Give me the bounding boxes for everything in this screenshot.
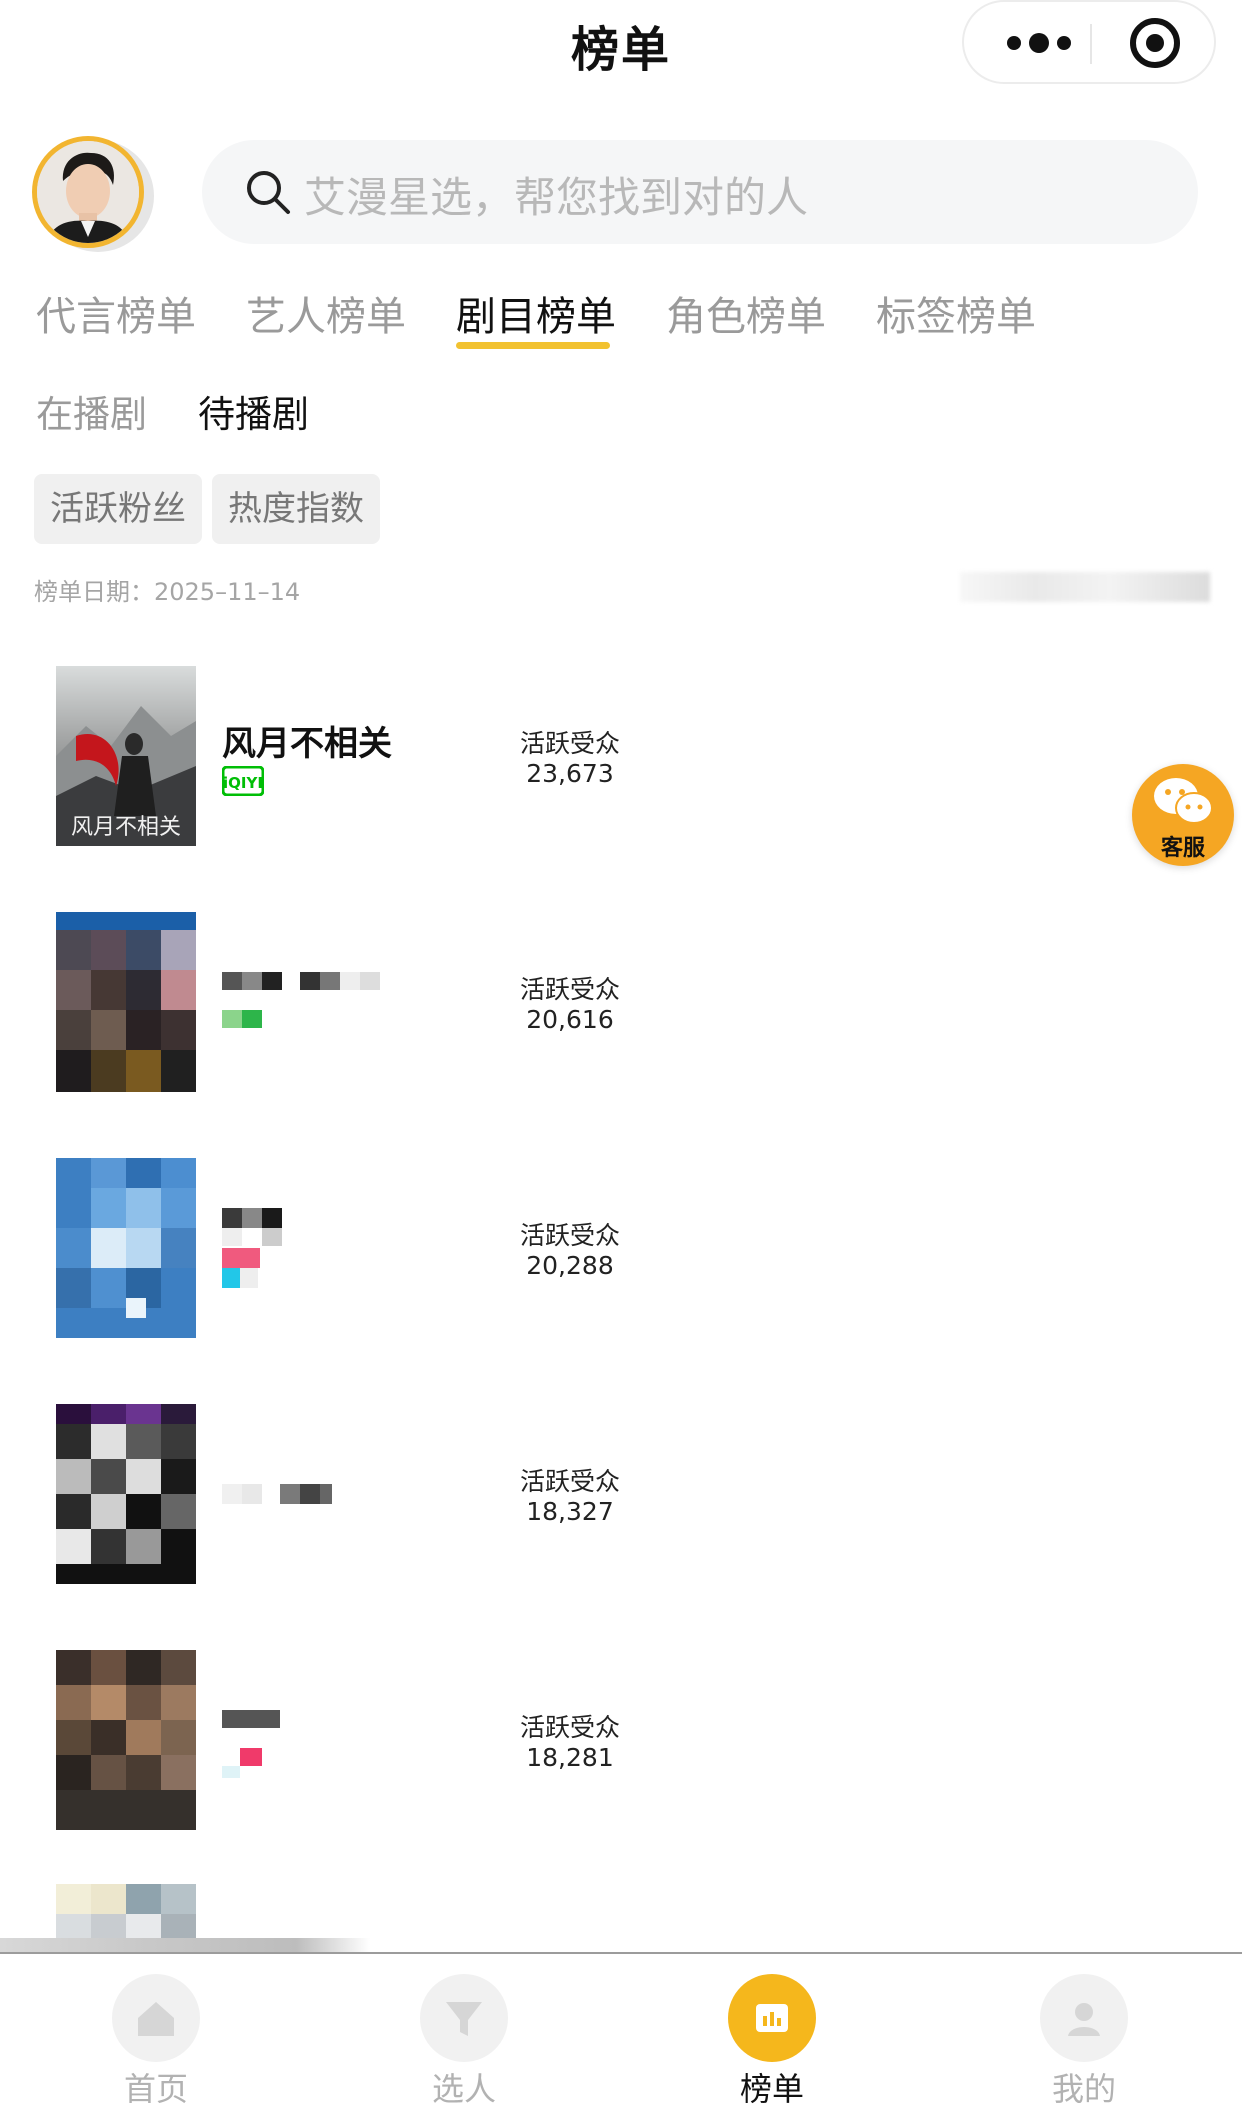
subtab-upcoming[interactable]: 待播剧	[198, 384, 309, 438]
customer-service-button[interactable]: 客服	[1132, 764, 1234, 866]
tab-drama[interactable]: 剧目榜单	[456, 284, 616, 342]
metric-label: 活跃受众	[520, 975, 621, 1004]
customer-service-label: 客服	[1160, 836, 1205, 861]
tabbar-ranking-label: 榜单	[739, 2070, 804, 2108]
tabbar-ranking[interactable]: 榜单	[702, 1954, 842, 2122]
list-item[interactable]: 活跃受众 20,288	[0, 1158, 1242, 1338]
tab-artist[interactable]: 艺人榜单	[246, 284, 406, 342]
metric-label: 活跃受众	[520, 1467, 621, 1496]
metric-value: 23,673	[526, 759, 614, 788]
metric-value: 18,327	[526, 1497, 614, 1526]
blurred-title-icon	[222, 1208, 282, 1302]
tab-role[interactable]: 角色榜单	[666, 284, 826, 342]
tabbar-home[interactable]: 首页	[86, 1954, 226, 2122]
top-bar: 榜单	[0, 0, 1242, 90]
list-item[interactable]: 活跃受众 20,616	[0, 912, 1242, 1092]
avatar[interactable]	[32, 136, 144, 248]
metric-value: 20,288	[526, 1251, 614, 1280]
list-item[interactable]: 风月不相关 风月不相关 iQIYI 活跃受众 23,673	[0, 666, 1242, 846]
filter-icon	[420, 1974, 508, 2062]
user-icon	[1040, 1974, 1128, 2062]
blurred-title-icon	[222, 1484, 332, 1510]
metric-label: 活跃受众	[520, 1713, 621, 1742]
search-icon	[247, 171, 290, 214]
more-icon[interactable]	[1004, 28, 1074, 58]
drama-poster-blurred	[56, 1158, 196, 1338]
list-item[interactable]: 活跃受众 18,281	[0, 1650, 1242, 1830]
chip-active-fans[interactable]: 活跃粉丝	[34, 474, 202, 544]
bottom-tab-bar: 首页 选人 榜单 我的	[0, 1952, 1242, 2122]
list-item[interactable]: 活跃受众 18,327	[0, 1404, 1242, 1584]
tab-tag[interactable]: 标签榜单	[876, 284, 1036, 342]
avatar-image	[37, 141, 139, 243]
metric-value: 18,281	[526, 1743, 614, 1772]
search-input[interactable]: 艾漫星选，帮您找到对的人	[202, 140, 1198, 244]
active-tab-indicator	[456, 342, 610, 349]
search-placeholder: 艾漫星选，帮您找到对的人	[304, 173, 809, 222]
tab-endorsement[interactable]: 代言榜单	[36, 284, 196, 342]
tabbar-mine[interactable]: 我的	[1014, 1954, 1154, 2122]
metric-value: 20,616	[526, 1005, 614, 1034]
drama-poster-blurred	[56, 912, 196, 1092]
drama-title: 风月不相关	[222, 724, 392, 764]
chart-icon	[728, 1974, 816, 2062]
chip-heat-index[interactable]: 热度指数	[212, 474, 380, 544]
drama-poster-blurred	[56, 1404, 196, 1584]
iqiyi-logo-icon: iQIYI	[221, 765, 265, 800]
drama-poster-blurred	[56, 1884, 196, 1944]
tabbar-select-label: 选人	[431, 2070, 496, 2108]
tabbar-mine-label: 我的	[1051, 2070, 1116, 2108]
drama-poster-blurred	[56, 1650, 196, 1830]
wechat-icon	[1154, 778, 1213, 824]
close-target-icon[interactable]	[1128, 16, 1182, 70]
metric-label: 活跃受众	[520, 729, 621, 758]
metric-label: 活跃受众	[520, 1221, 621, 1250]
tabbar-select[interactable]: 选人	[394, 1954, 534, 2122]
drama-poster: 风月不相关	[56, 666, 196, 846]
capsule-divider	[1090, 24, 1092, 64]
ranking-date: 榜单日期：2025–11–14	[34, 578, 301, 606]
home-icon	[112, 1974, 200, 2062]
blurred-title-icon	[222, 972, 382, 1056]
mini-program-capsule	[962, 0, 1216, 84]
tabbar-home-label: 首页	[123, 2070, 188, 2108]
svg-text:风月不相关: 风月不相关	[71, 815, 181, 840]
blurred-info	[960, 572, 1210, 602]
subtab-airing[interactable]: 在播剧	[36, 384, 147, 438]
svg-text:iQIYI: iQIYI	[223, 774, 263, 792]
blurred-title-icon	[222, 1700, 282, 1784]
list-item[interactable]	[0, 1884, 1242, 1944]
